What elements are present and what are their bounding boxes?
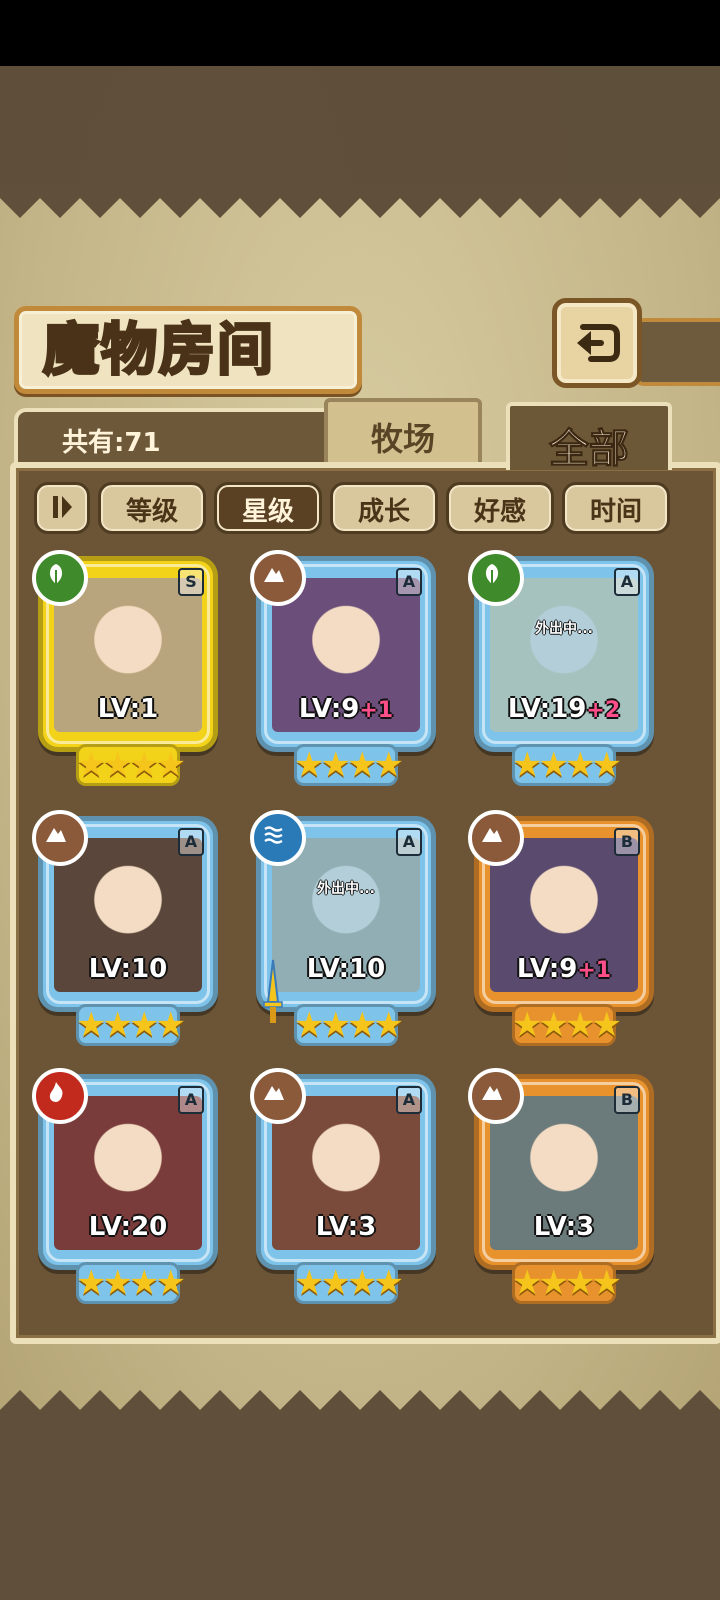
sort-by-growth-button[interactable]: 成长 [330,482,438,534]
star-plate: ★★★★ [294,1262,404,1304]
monster-card[interactable]: A LV:9+1 ★★★★ [250,550,436,792]
level-bonus: +1 [577,958,612,983]
sort-by-stars-button[interactable]: 星级 [214,482,322,534]
star-plate: ★★★★ [76,1004,186,1046]
game-screen: 魔物房间 共有:71 牧场 全部 等级 星级 成长 好感 时间 S LV:1 ★★★… [0,0,720,1600]
title-plate: 魔物房间 [14,306,362,394]
star-plate: ★★★★ [294,1004,404,1046]
level-text: LV:20 [88,1212,168,1242]
torn-edge-top [0,184,720,218]
mountain-icon [250,1068,306,1124]
star-rating: ★★★★ [76,745,186,785]
tab-pasture-label: 牧场 [370,420,435,458]
star-rating: ★★★★ [76,1005,186,1045]
monster-card[interactable]: A LV:3 ★★★★ [250,1068,436,1310]
star-plate: ★★★★ [512,1004,622,1046]
tab-all[interactable]: 全部 [506,402,672,473]
level-text: LV:3 [533,1212,595,1242]
level-text: LV:19 [507,694,587,724]
monster-card[interactable]: A 外出中... LV:10 ★★★★ [250,810,436,1052]
monster-card[interactable]: A 外出中... LV:19+2 ★★★★ [468,550,654,792]
sort-order-toggle[interactable] [34,482,90,534]
sort-by-affection-label: 好感 [473,497,526,527]
monster-level: LV:20 [38,1212,218,1242]
star-rating: ★★★★ [512,1005,622,1045]
level-text: LV:1 [97,694,159,724]
monster-level: LV:9+1 [256,694,436,724]
star-rating: ★★★★ [294,1263,404,1303]
tab-pasture[interactable]: 牧场 [324,398,482,464]
sort-by-time-button[interactable]: 时间 [562,482,670,534]
level-text: LV:9 [298,694,360,724]
leaf-icon [32,550,88,606]
monster-card[interactable]: A LV:20 ★★★★ [32,1068,218,1310]
sort-by-affection-button[interactable]: 好感 [446,482,554,534]
mountain-icon [468,810,524,866]
star-rating: ★★★★ [76,1263,186,1303]
mountain-icon [32,810,88,866]
grade-badge: A [396,1086,422,1114]
mountain-icon [468,1068,524,1124]
map-band-top [0,66,720,190]
star-plate: ★★★★ [76,744,186,786]
monster-count: 共有:71 [62,428,161,458]
away-status: 外出中... [535,621,593,637]
star-plate: ★★★★ [512,1262,622,1304]
fire-icon [32,1068,88,1124]
grade-badge: A [178,828,204,856]
sort-direction-icon [53,496,72,518]
grade-badge: A [614,568,640,596]
away-status: 外出中... [317,881,375,897]
grade-badge: A [396,568,422,596]
monster-card[interactable]: S LV:1 ★★★★ [32,550,218,792]
mountain-icon [250,550,306,606]
monster-card[interactable]: A LV:10 ★★★★ [32,810,218,1052]
water-icon [250,810,306,866]
back-button-rail [632,318,720,386]
equipped-sword-icon [263,959,283,1023]
monster-level: LV:9+1 [474,954,654,984]
star-plate: ★★★★ [294,744,404,786]
level-text: LV:3 [315,1212,377,1242]
star-rating: ★★★★ [294,745,404,785]
level-text: LV:10 [306,954,386,984]
monster-level: LV:10 [38,954,218,984]
star-rating: ★★★★ [294,1005,404,1045]
star-plate: ★★★★ [512,744,622,786]
map-band-bottom [0,1420,720,1600]
grade-badge: B [614,828,640,856]
return-arrow-icon [577,324,620,362]
monster-level: LV:3 [474,1212,654,1242]
level-bonus: +1 [359,698,394,723]
star-rating: ★★★★ [512,745,622,785]
status-bar [0,0,720,66]
sort-by-stars-label: 星级 [241,497,294,527]
leaf-icon [468,550,524,606]
monster-card[interactable]: B LV:9+1 ★★★★ [468,810,654,1052]
level-text: LV:9 [516,954,578,984]
sort-by-level-button[interactable]: 等级 [98,482,206,534]
monster-level: LV:1 [38,694,218,724]
sort-bar: 等级 星级 成长 好感 时间 [34,482,674,534]
star-plate: ★★★★ [76,1262,186,1304]
monster-level: LV:19+2 [474,694,654,724]
sort-by-growth-label: 成长 [357,497,410,527]
grade-badge: S [178,568,204,596]
tab-all-label: 全部 [549,425,630,473]
level-text: LV:10 [88,954,168,984]
sort-by-level-label: 等级 [125,497,178,527]
grade-badge: B [614,1086,640,1114]
torn-edge-bottom [0,1390,720,1424]
star-rating: ★★★★ [512,1263,622,1303]
grade-badge: A [396,828,422,856]
page-title: 魔物房间 [42,316,275,385]
monster-card[interactable]: B LV:3 ★★★★ [468,1068,654,1310]
level-bonus: +2 [586,698,621,723]
sort-by-time-label: 时间 [589,497,642,527]
grade-badge: A [178,1086,204,1114]
monster-level: LV:3 [256,1212,436,1242]
back-button[interactable] [552,298,642,388]
